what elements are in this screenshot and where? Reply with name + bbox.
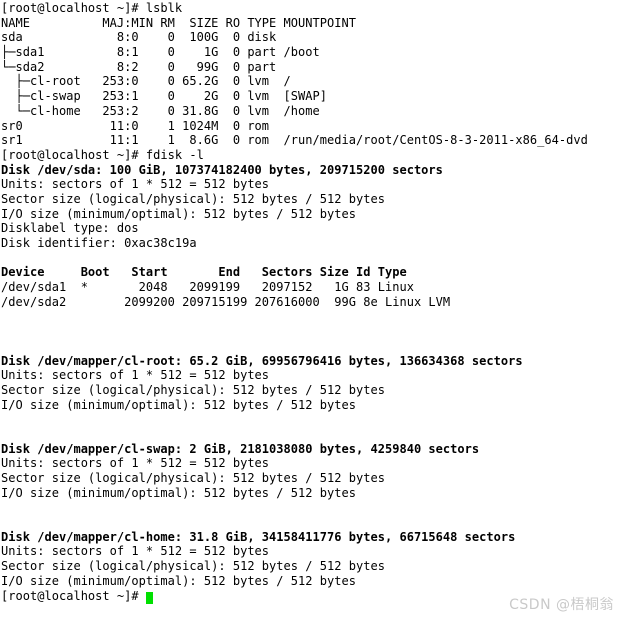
terminal-output: [root@localhost ~]# lsblk NAME MAJ:MIN RM…: [1, 1, 628, 589]
terminal-line-clhome-sector-size: Sector size (logical/physical): 512 byte…: [1, 559, 385, 574]
terminal-line-parttable-sda2: /dev/sda2 2099200 209715199 207616000 99…: [1, 294, 451, 309]
terminal-line-lsblk-cl-swap: ├─cl-swap 253:1 0 2G 0 lvm [SWAP]: [1, 89, 328, 104]
terminal-line-lsblk-cl-root: ├─cl-root 253:0 0 65.2G 0 lvm /: [1, 74, 291, 89]
terminal-line-clhome-units: Units: sectors of 1 * 512 = 512 bytes: [1, 544, 270, 559]
terminal-line-blank-2: [1, 309, 628, 324]
terminal-line-parttable-sda1: /dev/sda1 * 2048 2099199 2097152 1G 83 L…: [1, 280, 414, 295]
terminal-line-clroot-sector-size: Sector size (logical/physical): 512 byte…: [1, 382, 385, 397]
terminal-line-prompt-fdisk: [root@localhost ~]# fdisk -l: [1, 147, 204, 162]
text-cursor: [145, 591, 154, 604]
terminal-line-sda-io-size: I/O size (minimum/optimal): 512 bytes / …: [1, 206, 356, 221]
terminal-line-lsblk-cl-home: └─cl-home 253:2 0 31.8G 0 lvm /home: [1, 103, 320, 118]
terminal-line-blank-6: [1, 427, 628, 442]
terminal-line-prompt-lsblk: [root@localhost ~]# lsblk: [1, 1, 183, 15]
terminal-line-clswap-io-size: I/O size (minimum/optimal): 512 bytes / …: [1, 485, 356, 500]
terminal-line-clhome-io-size: I/O size (minimum/optimal): 512 bytes / …: [1, 573, 356, 588]
terminal-line-clroot-io-size: I/O size (minimum/optimal): 512 bytes / …: [1, 397, 356, 412]
csdn-watermark: CSDN @梧桐翁: [509, 597, 614, 614]
terminal-line-clswap-disk: Disk /dev/mapper/cl-swap: 2 GiB, 2181038…: [1, 441, 480, 456]
terminal-line-clswap-units: Units: sectors of 1 * 512 = 512 bytes: [1, 456, 270, 471]
terminal-line-clswap-sector-size: Sector size (logical/physical): 512 byte…: [1, 471, 385, 485]
terminal-line-sda-disk: Disk /dev/sda: 100 GiB, 107374182400 byt…: [1, 162, 443, 177]
terminal-line-lsblk-sda: sda 8:0 0 100G 0 disk: [1, 30, 277, 45]
terminal-line-blank-5: [1, 412, 628, 427]
terminal-line-blank-1: [1, 251, 628, 266]
terminal-line-sda-identifier: Disk identifier: 0xac38c19a: [1, 236, 197, 250]
terminal-window[interactable]: [root@localhost ~]# lsblk NAME MAJ:MIN RM…: [0, 0, 628, 625]
terminal-line-lsblk-sda1: ├─sda1 8:1 0 1G 0 part /boot: [1, 45, 320, 60]
terminal-line-blank-8: [1, 515, 628, 530]
shell-prompt: [root@localhost ~]#: [1, 588, 146, 603]
terminal-line-clroot-units: Units: sectors of 1 * 512 = 512 bytes: [1, 368, 270, 383]
terminal-line-blank-7: [1, 500, 628, 515]
terminal-line-lsblk-sr1: sr1 11:1 1 8.6G 0 rom /run/media/root/Ce…: [1, 133, 588, 148]
terminal-line-parttable-header: Device Boot Start End Sectors Size Id Ty…: [1, 265, 407, 280]
terminal-line-clhome-disk: Disk /dev/mapper/cl-home: 31.8 GiB, 3415…: [1, 529, 516, 544]
terminal-line-blank-3: [1, 324, 628, 339]
terminal-line-clroot-disk: Disk /dev/mapper/cl-root: 65.2 GiB, 6995…: [1, 353, 523, 368]
terminal-line-lsblk-sda2: └─sda2 8:2 0 99G 0 part: [1, 59, 277, 74]
terminal-line-lsblk-header: NAME MAJ:MIN RM SIZE RO TYPE MOUNTPOINT: [1, 15, 356, 30]
terminal-line-blank-4: [1, 339, 628, 354]
terminal-line-sda-units: Units: sectors of 1 * 512 = 512 bytes: [1, 177, 270, 192]
terminal-line-sda-sector-size: Sector size (logical/physical): 512 byte…: [1, 191, 385, 206]
terminal-line-lsblk-sr0: sr0 11:0 1 1024M 0 rom: [1, 118, 270, 133]
terminal-line-sda-disklabel: Disklabel type: dos: [1, 221, 139, 236]
